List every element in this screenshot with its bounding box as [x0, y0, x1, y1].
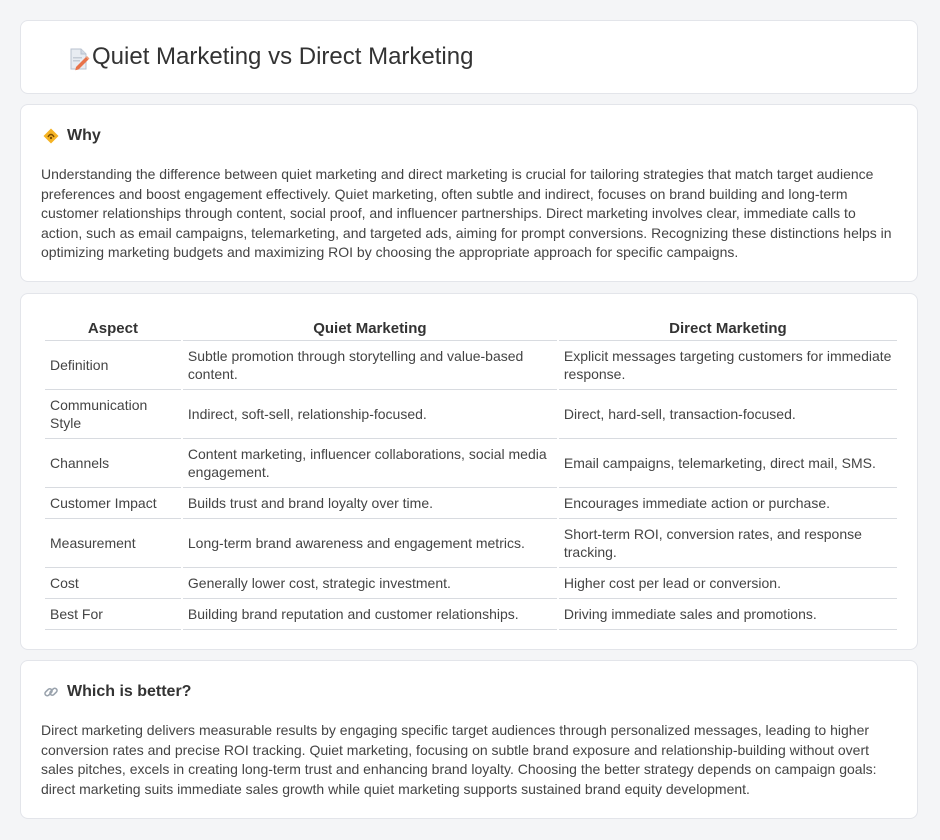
- direct-cell: Direct, hard-sell, transaction-focused.: [558, 390, 897, 439]
- column-header-quiet: Quiet Marketing: [182, 314, 557, 341]
- quiet-cell: Content marketing, influencer collaborat…: [182, 439, 557, 488]
- quiet-cell: Indirect, soft-sell, relationship-focuse…: [182, 390, 557, 439]
- aspect-cell: Cost: [45, 568, 181, 599]
- table-row: Cost Generally lower cost, strategic inv…: [45, 568, 897, 599]
- column-header-direct: Direct Marketing: [558, 314, 897, 341]
- quiet-cell: Generally lower cost, strategic investme…: [182, 568, 557, 599]
- table-row: Channels Content marketing, influencer c…: [45, 439, 897, 488]
- quiet-cell: Long-term brand awareness and engagement…: [182, 519, 557, 568]
- aspect-cell: Measurement: [45, 519, 181, 568]
- table-row: Best For Building brand reputation and c…: [45, 599, 897, 630]
- why-title: Why: [67, 127, 101, 144]
- aspect-cell: Communication Style: [45, 390, 181, 439]
- quiet-cell: Building brand reputation and customer r…: [182, 599, 557, 630]
- table-row: Measurement Long-term brand awareness an…: [45, 519, 897, 568]
- diamond-signal-icon: [43, 128, 59, 144]
- page-title: Quiet Marketing vs Direct Marketing: [92, 43, 474, 70]
- table-header-row: Aspect Quiet Marketing Direct Marketing: [45, 314, 897, 341]
- document-pencil-icon: [70, 48, 90, 71]
- direct-cell: Explicit messages targeting customers fo…: [558, 341, 897, 390]
- aspect-cell: Customer Impact: [45, 488, 181, 519]
- better-heading: Which is better?: [43, 683, 191, 701]
- column-header-aspect: Aspect: [45, 314, 181, 341]
- aspect-cell: Best For: [45, 599, 181, 630]
- why-section: Why Understanding the difference between…: [20, 104, 918, 282]
- direct-cell: Short-term ROI, conversion rates, and re…: [558, 519, 897, 568]
- better-text: Direct marketing delivers measurable res…: [41, 722, 877, 797]
- aspect-cell: Definition: [45, 341, 181, 390]
- comparison-table: Aspect Quiet Marketing Direct Marketing …: [43, 314, 899, 630]
- table-row: Communication Style Indirect, soft-sell,…: [45, 390, 897, 439]
- quiet-cell: Subtle promotion through storytelling an…: [182, 341, 557, 390]
- direct-cell: Driving immediate sales and promotions.: [558, 599, 897, 630]
- which-is-better-section: Which is better? Direct marketing delive…: [20, 660, 918, 819]
- table-row: Definition Subtle promotion through stor…: [45, 341, 897, 390]
- link-icon: [44, 687, 58, 697]
- direct-cell: Higher cost per lead or conversion.: [558, 568, 897, 599]
- aspect-cell: Channels: [45, 439, 181, 488]
- table-row: Customer Impact Builds trust and brand l…: [45, 488, 897, 519]
- why-text: Understanding the difference between qui…: [41, 166, 892, 260]
- header-card: Quiet Marketing vs Direct Marketing: [20, 20, 918, 94]
- better-title: Which is better?: [67, 683, 192, 700]
- comparison-section: Aspect Quiet Marketing Direct Marketing …: [20, 293, 918, 650]
- quiet-cell: Builds trust and brand loyalty over time…: [182, 488, 557, 519]
- why-heading: Why: [43, 127, 101, 145]
- direct-cell: Encourages immediate action or purchase.: [558, 488, 897, 519]
- direct-cell: Email campaigns, telemarketing, direct m…: [558, 439, 897, 488]
